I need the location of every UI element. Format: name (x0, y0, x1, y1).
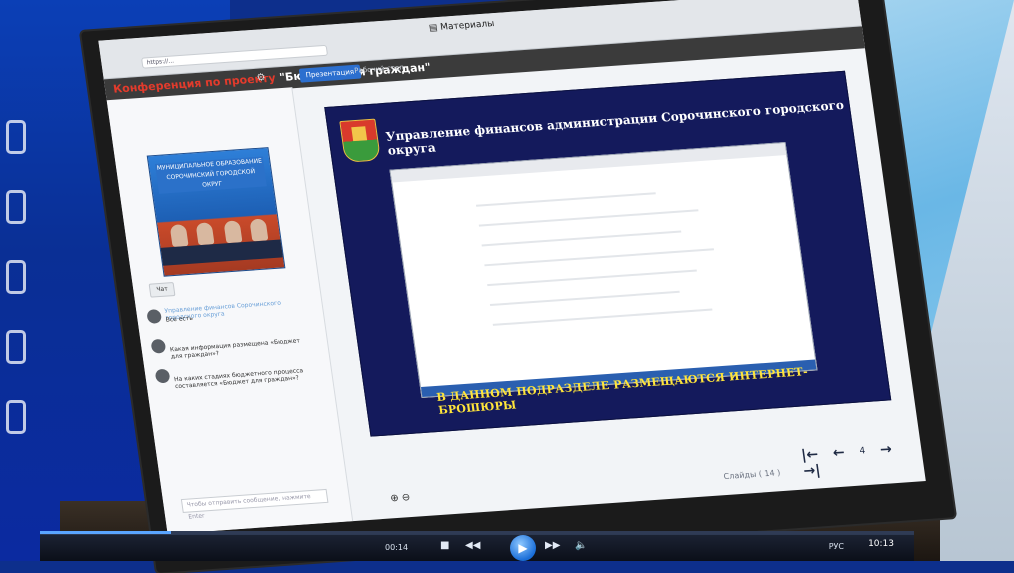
next-slide-button[interactable]: → (879, 441, 893, 458)
fast-forward-icon[interactable]: ▶▶ (545, 540, 560, 551)
chat-text: Какая информация размещена «Бюджет для г… (169, 337, 301, 361)
materials-button[interactable]: ▤ Материалы (428, 19, 495, 33)
screen: https://... ▤ Материалы Конференция по п… (98, 0, 926, 535)
progress-bar[interactable] (40, 531, 914, 534)
chat-item: На каких стадиях бюджетного процесса сос… (154, 357, 307, 391)
person (223, 220, 243, 244)
chat-item: Управление финансов Сорочинского городск… (146, 298, 299, 332)
screenshot-row (487, 269, 697, 287)
tab-presentation[interactable]: Презентация (298, 64, 362, 83)
chat-item: Какая информация размещена «Бюджет для г… (150, 327, 303, 361)
screenshot-row (475, 192, 656, 207)
screenshot-row (478, 209, 699, 227)
last-slide-button[interactable]: →| (802, 462, 821, 479)
zoom-in-icon[interactable]: ⊕ (390, 493, 400, 505)
chat-text: На каких стадиях бюджетного процесса сос… (173, 367, 304, 391)
monitor: https://... ▤ Материалы Конференция по п… (80, 0, 956, 573)
decor-mark (6, 330, 26, 364)
stop-icon[interactable]: ■ (440, 540, 449, 551)
avatar (154, 368, 171, 384)
play-icon[interactable]: ▶ (510, 535, 536, 561)
video-feed: МУНИЦИПАЛЬНОЕ ОБРАЗОВАНИЕ СОРОЧИНСКИЙ ГО… (146, 147, 286, 277)
zoom-out-icon[interactable]: ⊖ (401, 492, 411, 504)
avatar (150, 338, 167, 354)
decor-mark (6, 400, 26, 434)
materials-label: Материалы (439, 19, 495, 33)
screenshot-row (489, 290, 680, 307)
decor-mark (6, 190, 26, 224)
person (249, 218, 269, 242)
slides-count: Слайды ( 14 ) (723, 468, 781, 482)
screenshot-row (484, 248, 715, 267)
current-slide-number: 4 (858, 446, 866, 457)
left-panel: МУНИЦИПАЛЬНОЕ ОБРАЗОВАНИЕ СОРОЧИНСКИЙ ГО… (106, 87, 354, 535)
volume-icon[interactable]: 🔈 (575, 540, 587, 551)
avatar (146, 309, 163, 324)
chat-button[interactable]: Чат (148, 282, 176, 298)
presentation-slide: Управление финансов администрации Сорочи… (324, 70, 892, 437)
progress-fill (40, 531, 172, 534)
tray-language[interactable]: РУС (829, 542, 844, 551)
message-input[interactable]: Чтобы отправить сообщение, нажмите Enter (180, 488, 329, 521)
coat-of-arms-icon (339, 118, 382, 163)
media-player-bar: 00:14 ■ ◀◀ ▶ ▶▶ 🔈 РУС 10:13 (40, 531, 914, 561)
rewind-icon[interactable]: ◀◀ (465, 540, 480, 551)
person (195, 222, 215, 246)
prev-slide-button[interactable]: ← (832, 445, 846, 462)
screenshot-row (481, 230, 682, 247)
person (169, 224, 189, 248)
gear-icon[interactable]: ⚙ (256, 72, 266, 84)
playback-time: 00:14 (385, 543, 409, 552)
screenshot-row (492, 308, 713, 326)
first-slide-button[interactable]: |← (800, 447, 819, 464)
slide-pager: |← ← 4 → →| (800, 439, 924, 479)
system-clock: 10:13 (868, 539, 894, 549)
decor-mark (6, 120, 26, 154)
decor-mark (6, 260, 26, 294)
zoom-controls: ⊕ ⊖ (390, 492, 411, 504)
coat-tower (351, 126, 368, 142)
video-banner: МУНИЦИПАЛЬНОЕ ОБРАЗОВАНИЕ СОРОЧИНСКИЙ ГО… (154, 156, 267, 194)
materials-icon: ▤ (428, 23, 439, 34)
slide-screenshot (389, 142, 818, 399)
chat-text: Все есть (165, 314, 194, 324)
